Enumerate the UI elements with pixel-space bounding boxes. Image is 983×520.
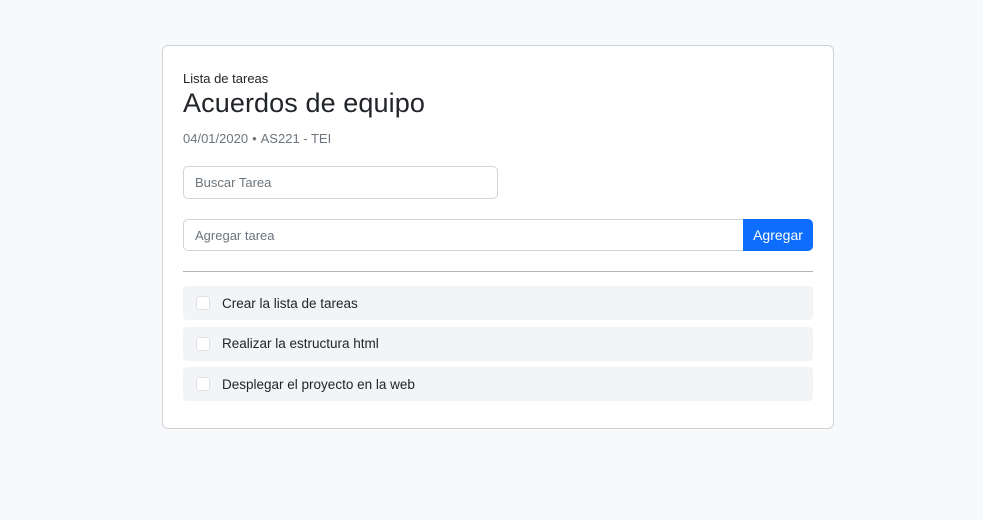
task-list: Crear la lista de tareas Realizar la est… xyxy=(183,286,813,408)
course-text: AS221 - TEI xyxy=(260,131,332,146)
add-task-input[interactable] xyxy=(183,219,743,251)
date-text: 04/01/2020 xyxy=(183,131,249,146)
task-checkbox[interactable] xyxy=(196,336,210,351)
card-subtitle: Lista de tareas xyxy=(183,71,269,86)
task-label: Crear la lista de tareas xyxy=(222,295,358,311)
add-task-button[interactable]: Agregar xyxy=(743,219,813,251)
page-title: Acuerdos de equipo xyxy=(183,88,425,118)
task-label: Desplegar el proyecto en la web xyxy=(222,376,415,392)
add-task-group: Agregar xyxy=(183,219,813,251)
meta-info: 04/01/2020 • AS221 - TEI xyxy=(183,131,331,146)
meta-separator: • xyxy=(252,131,257,146)
todo-card: Lista de tareas Acuerdos de equipo 04/01… xyxy=(162,45,834,429)
task-checkbox[interactable] xyxy=(196,296,210,310)
task-item: Realizar la estructura html xyxy=(183,326,813,361)
divider xyxy=(183,271,813,272)
task-item: Desplegar el proyecto en la web xyxy=(183,367,813,401)
task-item: Crear la lista de tareas xyxy=(183,286,813,320)
task-label: Realizar la estructura html xyxy=(222,336,379,351)
task-checkbox[interactable] xyxy=(196,377,210,391)
search-input[interactable] xyxy=(183,166,498,199)
